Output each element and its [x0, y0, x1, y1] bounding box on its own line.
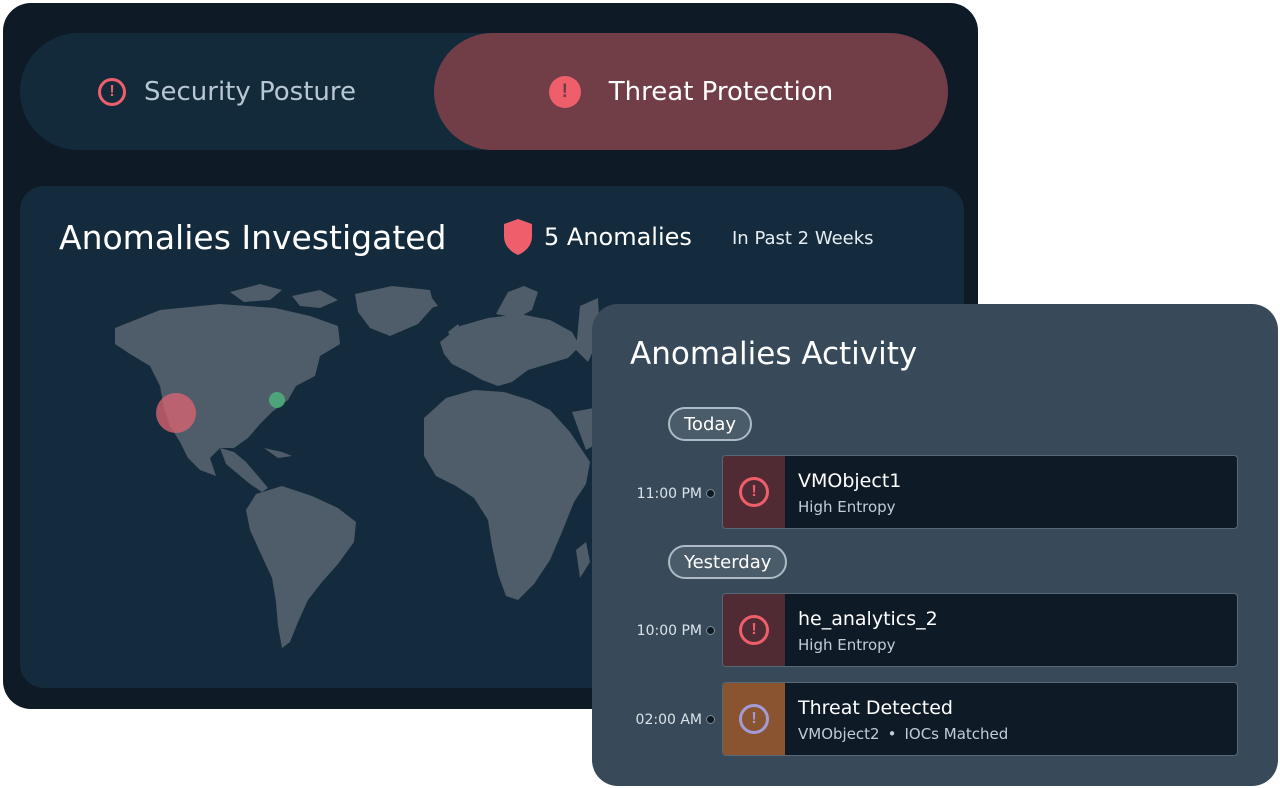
alert-circle-icon: !	[739, 477, 769, 507]
event-name: he_analytics_2	[798, 608, 938, 630]
timeline-dot	[706, 489, 715, 498]
severity-stripe: !	[723, 456, 785, 528]
timeline-dot	[706, 626, 715, 635]
event-desc: High Entropy	[798, 636, 896, 654]
tab-bar: ! Security Posture ! Threat Protection	[20, 33, 948, 150]
tab-security-posture[interactable]: ! Security Posture	[20, 33, 434, 150]
stage: ! Security Posture ! Threat Protection A…	[0, 0, 1280, 788]
event-time: 02:00 AM	[635, 712, 702, 728]
anomalies-activity-card: Anomalies Activity Today 11:00 PM ! VMOb…	[592, 304, 1278, 786]
event-he-analytics-2[interactable]: ! he_analytics_2 High Entropy	[722, 593, 1238, 667]
anomaly-marker-west[interactable]	[156, 393, 196, 433]
alert-circle-filled-icon: !	[548, 75, 581, 108]
group-label-today: Today	[668, 407, 753, 441]
separator: •	[887, 725, 897, 743]
shield-icon	[504, 219, 532, 255]
severity-stripe: !	[723, 594, 785, 666]
event-detail: IOCs Matched	[904, 725, 1009, 743]
severity-stripe: !	[723, 683, 785, 755]
tab-label: Threat Protection	[608, 76, 834, 107]
event-name: VMObject1	[798, 470, 902, 492]
event-name: Threat Detected	[798, 697, 953, 719]
alert-circle-outline-icon: !	[97, 77, 126, 106]
map-title: Anomalies Investigated	[59, 218, 447, 257]
event-time: 11:00 PM	[636, 486, 702, 502]
event-object: VMObject2	[798, 725, 880, 743]
alert-circle-icon: !	[739, 704, 769, 734]
tab-threat-protection[interactable]: ! Threat Protection	[434, 33, 948, 150]
alert-circle-icon: !	[739, 615, 769, 645]
event-threat-detected[interactable]: ! Threat Detected VMObject2 • IOCs Matched	[722, 682, 1238, 756]
event-vmobject1[interactable]: ! VMObject1 High Entropy	[722, 455, 1238, 529]
group-label-yesterday: Yesterday	[668, 545, 788, 579]
activity-title: Anomalies Activity	[630, 336, 918, 372]
event-desc: VMObject2 • IOCs Matched	[798, 725, 1008, 743]
timeline-dot	[706, 715, 715, 724]
anomaly-count: 5 Anomalies	[544, 223, 692, 251]
event-time: 10:00 PM	[636, 623, 702, 639]
anomaly-period: In Past 2 Weeks	[732, 228, 874, 249]
tab-label: Security Posture	[143, 76, 357, 107]
event-desc: High Entropy	[798, 498, 896, 516]
anomaly-marker-east[interactable]	[269, 392, 285, 408]
